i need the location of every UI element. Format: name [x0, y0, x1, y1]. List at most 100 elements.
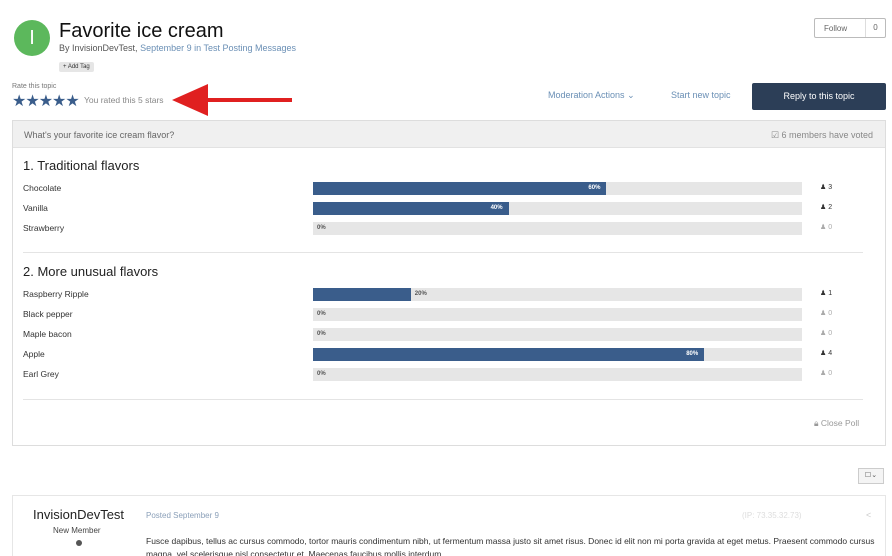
multiquote-options-button[interactable]: ☐⌄ — [858, 468, 884, 484]
user-icon: ♟ — [820, 290, 827, 297]
poll-choice-row: Black pepper 0% ♟ 0 — [23, 308, 863, 322]
voter-count-value: 1 — [828, 290, 833, 297]
choice-label: Black pepper — [23, 309, 73, 319]
voter-count-value: 0 — [828, 330, 833, 337]
star-icon[interactable]: ★ — [65, 93, 79, 110]
follow-count: 0 — [865, 19, 885, 37]
topic-date: September 9 — [140, 43, 192, 53]
by-prefix: By — [59, 43, 70, 53]
choice-label: Strawberry — [23, 223, 65, 233]
star-icon[interactable]: ★ — [39, 93, 53, 110]
post-body: Fusce dapibus, tellus ac cursus commodo,… — [146, 536, 875, 556]
voter-count-value: 2 — [828, 204, 833, 211]
reply-button[interactable]: Reply to this topic — [752, 83, 886, 110]
online-status-dot — [76, 540, 82, 546]
voter-count-value: 3 — [828, 184, 833, 191]
vote-percent: 0% — [317, 225, 326, 231]
post-author-name[interactable]: InvisionDevTest — [33, 507, 124, 522]
vote-bar: 0% — [313, 328, 802, 341]
avatar-letter: I — [29, 27, 35, 49]
voter-count: ♟ 0 — [820, 309, 832, 317]
choice-label: Earl Grey — [23, 369, 59, 379]
user-icon: ♟ — [820, 204, 827, 211]
user-icon: ♟ — [820, 310, 827, 317]
close-poll-button[interactable]: 🔒︎ Close Poll — [814, 418, 859, 429]
forum-link[interactable]: Test Posting Messages — [203, 43, 296, 53]
vote-percent: 0% — [317, 311, 326, 317]
voted-text: 6 members have voted — [781, 130, 873, 140]
poll-box: What's your favorite ice cream flavor? ☑… — [12, 120, 886, 446]
vote-bar: 0% — [313, 308, 802, 321]
poll-section-title: 1. Traditional flavors — [23, 158, 140, 173]
rated-text: You rated this 5 stars — [84, 95, 164, 105]
choice-label: Raspberry Ripple — [23, 289, 89, 299]
chevron-down-icon: ⌄ — [627, 90, 635, 100]
poll-divider — [23, 399, 863, 400]
voter-count-value: 0 — [828, 224, 833, 231]
lock-icon: 🔒︎ — [814, 418, 819, 428]
vote-percent: 80% — [686, 351, 699, 357]
in-text: in — [194, 43, 202, 53]
moderation-actions-menu[interactable]: Moderation Actions ⌄ — [548, 90, 635, 101]
poll-choice-row: Earl Grey 0% ♟ 0 — [23, 368, 863, 382]
voter-count: ♟ 0 — [820, 329, 832, 337]
vote-bar: 60% — [313, 182, 802, 195]
red-arrow-annotation — [172, 84, 292, 116]
post-date: Posted September 9 — [146, 511, 219, 520]
poll-question: What's your favorite ice cream flavor? — [24, 130, 175, 140]
moderation-label: Moderation Actions — [548, 90, 625, 100]
vote-bar: 80% — [313, 348, 802, 361]
ip-address[interactable]: (IP: 73.35.32.73) — [742, 511, 802, 520]
close-poll-label: Close Poll — [820, 418, 860, 428]
vote-bar-fill — [313, 182, 607, 195]
voter-count[interactable]: ♟ 3 — [820, 183, 832, 191]
vote-bar-fill — [313, 288, 411, 301]
author-link[interactable]: InvisionDevTest, — [72, 43, 138, 53]
poll-divider — [23, 252, 863, 253]
star-icon[interactable]: ★ — [25, 93, 39, 110]
vote-bar: 0% — [313, 222, 802, 235]
poll-voted-count: ☑ 6 members have voted — [771, 130, 873, 141]
share-icon[interactable]: < — [866, 510, 871, 520]
vote-bar-fill — [313, 202, 509, 215]
poll-choice-row: Raspberry Ripple 20% ♟ 1 — [23, 288, 863, 302]
choice-label: Chocolate — [23, 183, 62, 193]
follow-label: Follow — [824, 24, 848, 33]
checkbox-icon: ☑ — [770, 130, 779, 140]
vote-bar: 40% — [313, 202, 802, 215]
voter-count[interactable]: ♟ 4 — [820, 349, 832, 357]
user-icon: ♟ — [820, 330, 827, 337]
user-icon: ♟ — [820, 184, 827, 191]
poll-choice-row: Vanilla 40% ♟ 2 — [23, 202, 863, 216]
vote-bar: 20% — [313, 288, 802, 301]
vote-percent: 60% — [588, 185, 601, 191]
voter-count[interactable]: ♟ 2 — [820, 203, 832, 211]
add-tag-button[interactable]: + Add Tag — [59, 62, 94, 72]
page-title: Favorite ice cream — [59, 20, 224, 42]
voter-count[interactable]: ♟ 1 — [820, 289, 832, 297]
vote-percent: 20% — [414, 291, 427, 297]
choice-label: Vanilla — [23, 203, 48, 213]
poll-header: What's your favorite ice cream flavor? ☑… — [13, 121, 885, 148]
topic-byline: By InvisionDevTest, September 9 in Test … — [59, 43, 296, 53]
user-icon: ♟ — [820, 370, 827, 377]
member-rank: New Member — [53, 526, 101, 535]
vote-bar: 0% — [313, 368, 802, 381]
voter-count: ♟ 0 — [820, 223, 832, 231]
voter-count-value: 0 — [828, 370, 833, 377]
poll-section-title: 2. More unusual flavors — [23, 264, 159, 279]
vote-bar-fill — [313, 348, 705, 361]
follow-button[interactable]: Follow 0 — [814, 18, 886, 38]
start-new-topic-link[interactable]: Start new topic — [671, 90, 731, 100]
star-rating[interactable]: ★★★★★ — [12, 91, 80, 111]
vote-percent: 40% — [490, 205, 503, 211]
author-avatar[interactable]: I — [14, 20, 50, 56]
star-icon[interactable]: ★ — [52, 93, 66, 110]
voter-count-value: 4 — [828, 350, 833, 357]
star-icon[interactable]: ★ — [12, 93, 26, 110]
rate-topic-label: Rate this topic — [12, 83, 57, 90]
voter-count-value: 0 — [828, 310, 833, 317]
voter-count: ♟ 0 — [820, 369, 832, 377]
choice-label: Apple — [23, 349, 45, 359]
choice-label: Maple bacon — [23, 329, 72, 339]
